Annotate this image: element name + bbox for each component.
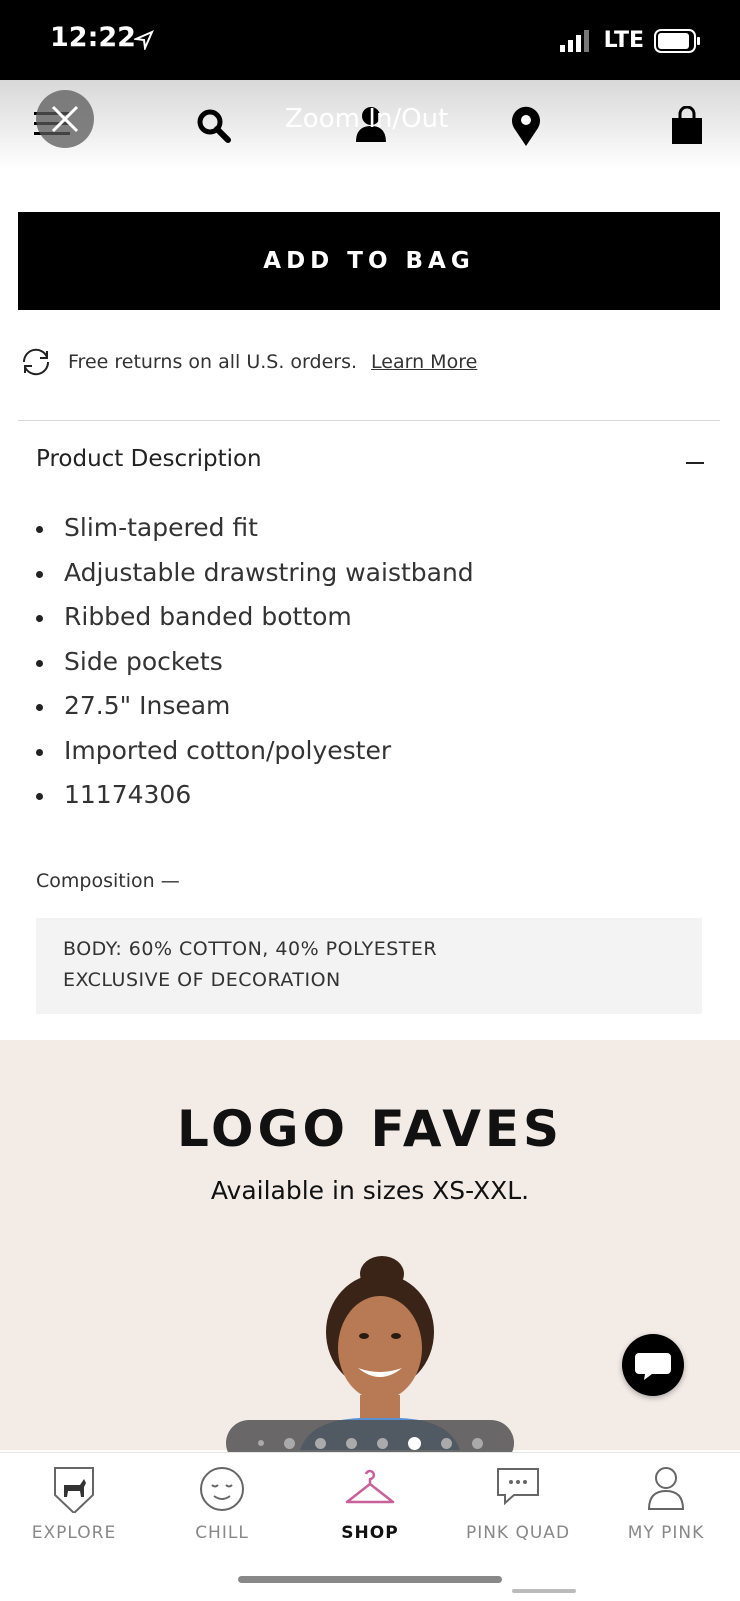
home-indicator[interactable] xyxy=(238,1576,502,1583)
status-indicators: LTE xyxy=(559,28,702,53)
dog-badge-icon xyxy=(54,1467,94,1513)
returns-text: Free returns on all U.S. orders. xyxy=(68,351,358,373)
tab-label: SHOP xyxy=(341,1523,399,1543)
list-item: Adjustable drawstring waistband xyxy=(36,555,474,600)
list-item: Slim-tapered fit xyxy=(36,510,474,555)
carousel-dot[interactable] xyxy=(471,1437,483,1449)
carousel-dot[interactable] xyxy=(376,1437,388,1449)
divider xyxy=(18,420,720,421)
collapse-icon[interactable] xyxy=(686,462,704,464)
returns-icon xyxy=(22,348,50,376)
promo-title: LOGO FAVES xyxy=(176,1100,564,1158)
tab-shop[interactable]: SHOP xyxy=(296,1453,444,1553)
composition-box: BODY: 60% COTTON, 40% POLYESTER EXCLUSIV… xyxy=(36,918,702,1014)
status-time: 12:22 xyxy=(50,22,136,53)
tab-label: MY PINK xyxy=(627,1523,705,1543)
composition-line: EXCLUSIVE OF DECORATION xyxy=(63,969,341,991)
list-item: 27.5" Inseam xyxy=(36,688,474,733)
location-arrow-icon xyxy=(134,30,154,50)
composition-toggle[interactable]: Composition — xyxy=(36,870,180,892)
close-icon xyxy=(51,105,79,133)
tab-my-pink[interactable]: MY PINK xyxy=(592,1453,740,1553)
store-locator-icon[interactable] xyxy=(510,106,542,146)
network-label: LTE xyxy=(603,28,644,53)
tab-label: CHILL xyxy=(195,1523,249,1543)
list-item: Ribbed banded bottom xyxy=(36,599,474,644)
list-item: Side pockets xyxy=(36,644,474,689)
smiley-icon xyxy=(200,1467,244,1511)
zoom-label: Zoom In/Out xyxy=(285,104,449,134)
tab-label: PINK QUAD xyxy=(465,1523,571,1543)
carousel-dot[interactable] xyxy=(283,1437,295,1449)
home-indicator-secondary xyxy=(512,1589,576,1593)
carousel-dot-active[interactable] xyxy=(407,1436,421,1450)
learn-more-link[interactable]: Learn More xyxy=(371,351,477,373)
chat-bubble-icon xyxy=(497,1468,539,1506)
carousel-dot[interactable] xyxy=(314,1437,326,1449)
hanger-icon xyxy=(345,1469,395,1504)
promo-subtitle: Available in sizes XS-XXL. xyxy=(210,1176,530,1205)
search-icon[interactable] xyxy=(196,108,232,144)
product-description-title[interactable]: Product Description xyxy=(36,446,262,472)
tab-pink-quad[interactable]: PINK QUAD xyxy=(444,1453,592,1553)
list-item: 11174306 xyxy=(36,777,474,822)
tab-label: EXPLORE xyxy=(31,1523,117,1543)
carousel-dot[interactable] xyxy=(257,1440,264,1446)
person-icon xyxy=(647,1467,685,1510)
chat-button[interactable] xyxy=(622,1334,684,1396)
model-photo xyxy=(300,1256,460,1450)
product-description-list: Slim-tapered fit Adjustable drawstring w… xyxy=(36,510,474,822)
add-to-bag-button[interactable]: ADD TO BAG xyxy=(18,212,720,310)
zoom-close-button[interactable] xyxy=(36,90,94,148)
battery-icon xyxy=(654,28,700,53)
carousel-dot[interactable] xyxy=(440,1437,452,1449)
chat-icon xyxy=(635,1353,671,1380)
carousel-dot[interactable] xyxy=(345,1437,357,1449)
tab-explore[interactable]: EXPLORE xyxy=(0,1453,148,1553)
shopping-bag-icon[interactable] xyxy=(670,106,704,144)
signal-icon xyxy=(559,29,589,52)
composition-line: BODY: 60% COTTON, 40% POLYESTER xyxy=(63,938,438,960)
free-returns-row: Free returns on all U.S. orders. Learn M… xyxy=(18,347,477,377)
status-bar: 12:22 LTE xyxy=(0,0,740,80)
list-item: Imported cotton/polyester xyxy=(36,733,474,778)
tab-chill[interactable]: CHILL xyxy=(148,1453,296,1553)
